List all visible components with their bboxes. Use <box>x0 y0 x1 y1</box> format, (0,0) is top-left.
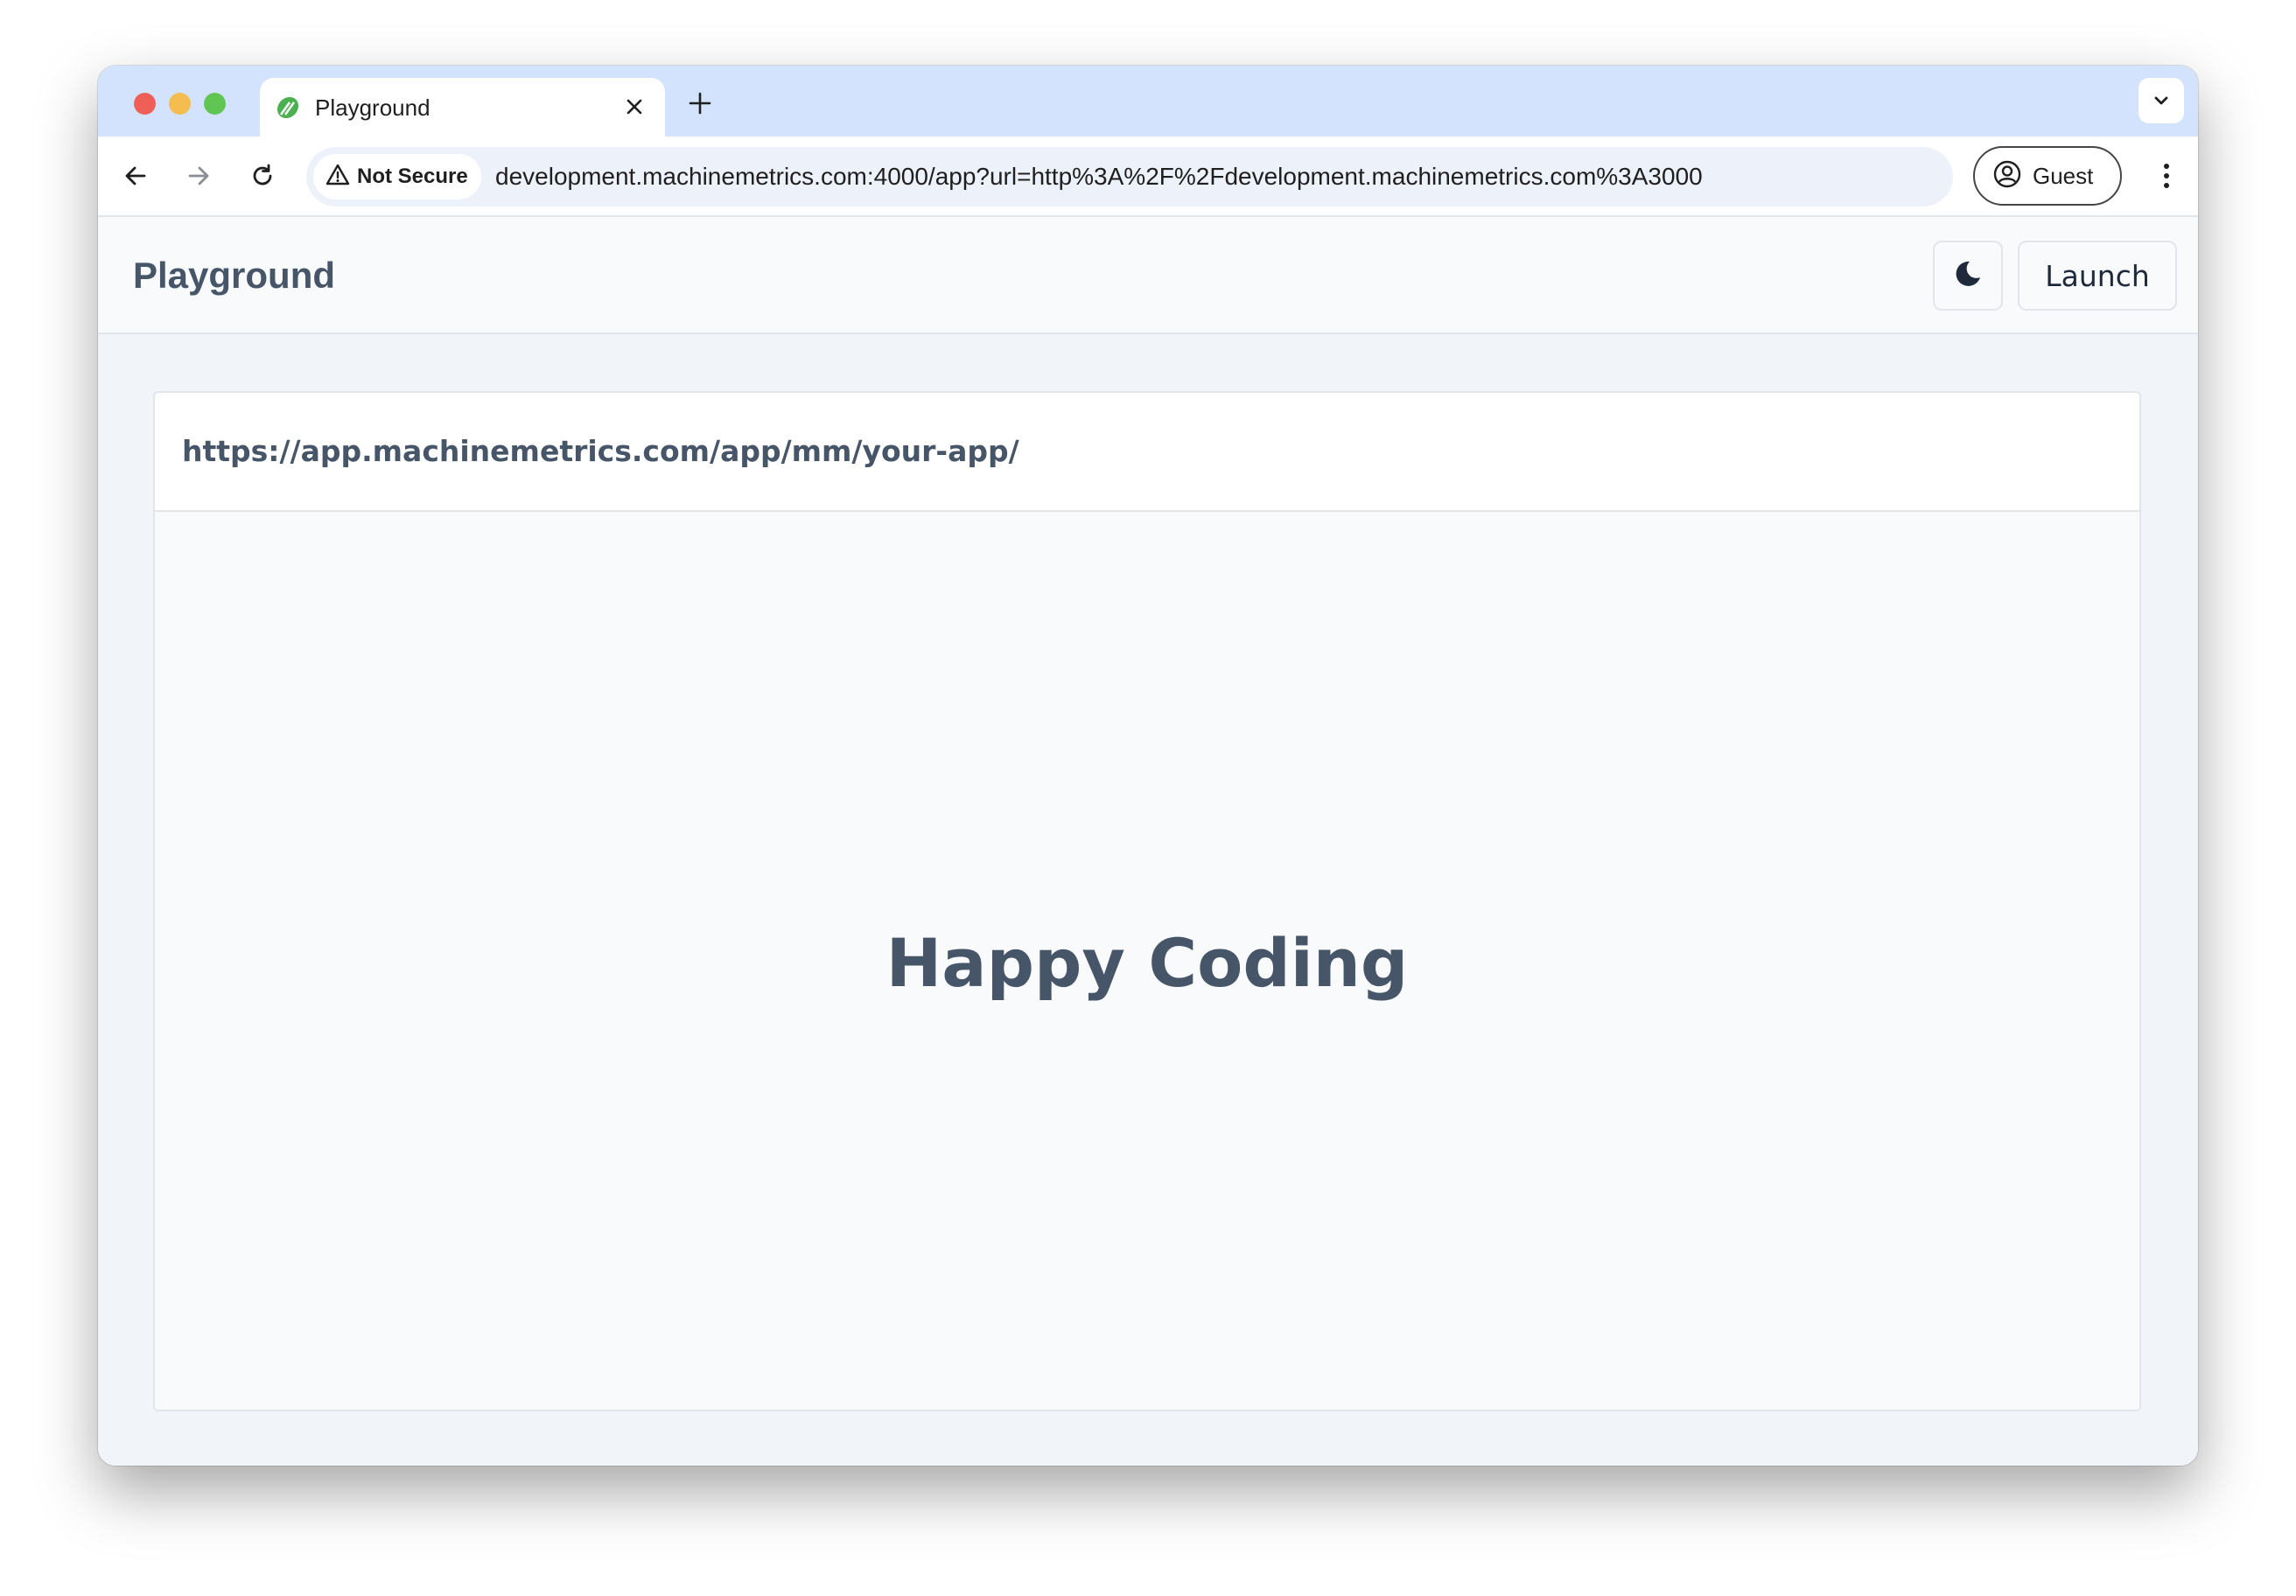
profile-button[interactable]: Guest <box>1973 146 2122 206</box>
user-circle-icon <box>1992 159 2022 193</box>
close-window-button[interactable] <box>134 93 156 115</box>
warning-icon <box>326 163 350 192</box>
chevron-down-icon[interactable] <box>2138 78 2184 123</box>
security-chip[interactable]: Not Secure <box>313 154 481 200</box>
frame-header: https://app.machinemetrics.com/app/mm/yo… <box>155 393 2139 512</box>
frame-body: Happy Coding <box>155 512 2139 1410</box>
plus-icon[interactable] <box>684 88 716 119</box>
maximize-window-button[interactable] <box>204 93 226 115</box>
page-title: Playground <box>133 255 336 296</box>
app-preview-frame: https://app.machinemetrics.com/app/mm/yo… <box>153 391 2141 1411</box>
browser-toolbar: Not Secure development.machinemetrics.co… <box>98 136 2198 217</box>
theme-toggle-button[interactable] <box>1933 241 2003 311</box>
browser-window: Playground Not Secure development.machin… <box>98 66 2198 1466</box>
reload-icon[interactable] <box>242 155 284 197</box>
kebab-menu-icon[interactable] <box>2146 155 2188 197</box>
profile-label: Guest <box>2033 162 2094 189</box>
leaf-icon <box>274 94 302 122</box>
tab-playground[interactable]: Playground <box>260 78 665 136</box>
welcome-message: Happy Coding <box>886 923 1409 1002</box>
address-bar[interactable]: Not Secure development.machinemetrics.co… <box>306 147 1953 206</box>
launch-button[interactable]: Launch <box>2018 241 2177 311</box>
app-header: Playground Launch <box>98 217 2198 334</box>
minimize-window-button[interactable] <box>169 93 191 115</box>
main-content: https://app.machinemetrics.com/app/mm/yo… <box>98 334 2198 1466</box>
arrow-left-icon[interactable] <box>115 155 157 197</box>
arrow-right-icon[interactable] <box>178 155 220 197</box>
tab-title: Playground <box>315 94 430 121</box>
tab-strip: Playground <box>98 66 2198 136</box>
security-label: Not Secure <box>357 164 468 188</box>
address-url[interactable]: development.machinemetrics.com:4000/app?… <box>495 163 1703 191</box>
frame-url: https://app.machinemetrics.com/app/mm/yo… <box>182 434 1019 468</box>
moon-icon <box>1952 258 1984 294</box>
close-icon[interactable] <box>620 92 649 122</box>
